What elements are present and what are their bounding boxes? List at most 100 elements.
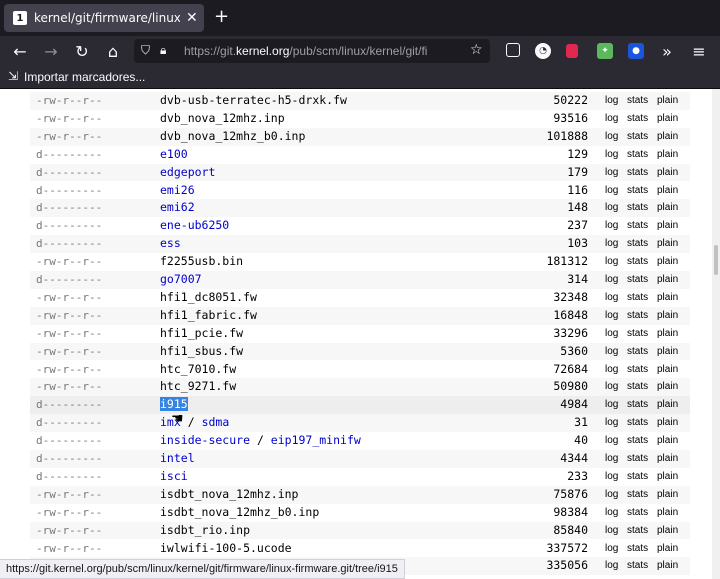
log-link[interactable]: log: [605, 540, 618, 558]
back-button[interactable]: ←: [9, 40, 31, 62]
plain-link[interactable]: plain: [657, 92, 678, 110]
overflow-menu-icon[interactable]: »: [656, 40, 678, 62]
directory-link[interactable]: sdma: [202, 415, 230, 429]
directory-link[interactable]: emi26: [160, 183, 195, 197]
directory-link[interactable]: e100: [160, 147, 188, 161]
plain-link[interactable]: plain: [657, 253, 678, 271]
log-link[interactable]: log: [605, 378, 618, 396]
home-button[interactable]: ⌂: [102, 40, 124, 62]
log-link[interactable]: log: [605, 253, 618, 271]
stats-link[interactable]: stats: [627, 504, 648, 522]
log-link[interactable]: log: [605, 164, 618, 182]
stats-link[interactable]: stats: [627, 164, 648, 182]
log-link[interactable]: log: [605, 557, 618, 575]
plain-link[interactable]: plain: [657, 414, 678, 432]
stats-link[interactable]: stats: [627, 146, 648, 164]
log-link[interactable]: log: [605, 182, 618, 200]
file-link[interactable]: hfi1_pcie.fw: [160, 326, 243, 340]
log-link[interactable]: log: [605, 450, 618, 468]
file-link[interactable]: isdbt_rio.inp: [160, 523, 250, 537]
log-link[interactable]: log: [605, 468, 618, 486]
browser-tab[interactable]: 1 kernel/git/firmware/linux-fir ✕: [4, 4, 204, 32]
stats-link[interactable]: stats: [627, 110, 648, 128]
forward-button[interactable]: →: [40, 40, 62, 62]
puzzle-extension-icon[interactable]: ✦: [597, 43, 613, 59]
plain-link[interactable]: plain: [657, 164, 678, 182]
url-text[interactable]: https://git.kernel.org/pub/scm/linux/ker…: [184, 44, 452, 58]
stats-link[interactable]: stats: [627, 540, 648, 558]
stats-link[interactable]: stats: [627, 522, 648, 540]
stats-link[interactable]: stats: [627, 378, 648, 396]
stats-link[interactable]: stats: [627, 396, 648, 414]
stats-link[interactable]: stats: [627, 92, 648, 110]
new-tab-button[interactable]: +: [214, 6, 229, 27]
stats-link[interactable]: stats: [627, 432, 648, 450]
stats-link[interactable]: stats: [627, 468, 648, 486]
log-link[interactable]: log: [605, 92, 618, 110]
plain-link[interactable]: plain: [657, 557, 678, 575]
file-link[interactable]: isdbt_nova_12mhz_b0.inp: [160, 505, 319, 519]
plain-link[interactable]: plain: [657, 325, 678, 343]
directory-link[interactable]: ene-ub6250: [160, 218, 229, 232]
file-link[interactable]: hfi1_fabric.fw: [160, 308, 257, 322]
file-link[interactable]: hfi1_dc8051.fw: [160, 290, 257, 304]
plain-link[interactable]: plain: [657, 486, 678, 504]
directory-link[interactable]: go7007: [160, 272, 202, 286]
log-link[interactable]: log: [605, 235, 618, 253]
hamburger-menu-icon[interactable]: ≡: [688, 40, 710, 62]
lock-icon[interactable]: 🔒︎: [160, 43, 166, 58]
stats-link[interactable]: stats: [627, 182, 648, 200]
stats-link[interactable]: stats: [627, 343, 648, 361]
plain-link[interactable]: plain: [657, 468, 678, 486]
file-link[interactable]: f2255usb.bin: [160, 254, 243, 268]
log-link[interactable]: log: [605, 217, 618, 235]
directory-link[interactable]: intel: [160, 451, 195, 465]
log-link[interactable]: log: [605, 522, 618, 540]
log-link[interactable]: log: [605, 414, 618, 432]
log-link[interactable]: log: [605, 110, 618, 128]
log-link[interactable]: log: [605, 343, 618, 361]
stats-link[interactable]: stats: [627, 325, 648, 343]
plain-link[interactable]: plain: [657, 182, 678, 200]
stats-link[interactable]: stats: [627, 217, 648, 235]
stats-link[interactable]: stats: [627, 128, 648, 146]
file-link[interactable]: hfi1_sbus.fw: [160, 344, 243, 358]
log-link[interactable]: log: [605, 128, 618, 146]
file-link[interactable]: htc_7010.fw: [160, 362, 236, 376]
reload-button[interactable]: ↻: [71, 40, 93, 62]
shield-icon[interactable]: ⛉: [141, 43, 150, 58]
stats-link[interactable]: stats: [627, 271, 648, 289]
directory-link[interactable]: inside-secure: [160, 433, 250, 447]
plain-link[interactable]: plain: [657, 540, 678, 558]
plain-link[interactable]: plain: [657, 522, 678, 540]
stats-link[interactable]: stats: [627, 307, 648, 325]
directory-link[interactable]: ess: [160, 236, 181, 250]
stats-link[interactable]: stats: [627, 414, 648, 432]
plain-link[interactable]: plain: [657, 146, 678, 164]
file-link[interactable]: dvb_nova_12mhz_b0.inp: [160, 129, 305, 143]
plain-link[interactable]: plain: [657, 217, 678, 235]
plain-link[interactable]: plain: [657, 361, 678, 379]
plain-link[interactable]: plain: [657, 450, 678, 468]
directory-link[interactable]: i915: [160, 397, 188, 412]
plain-link[interactable]: plain: [657, 199, 678, 217]
stats-link[interactable]: stats: [627, 557, 648, 575]
stats-link[interactable]: stats: [627, 361, 648, 379]
log-link[interactable]: log: [605, 325, 618, 343]
file-link[interactable]: iwlwifi-100-5.ucode: [160, 541, 292, 555]
vertical-scrollbar[interactable]: [712, 89, 720, 579]
plain-link[interactable]: plain: [657, 343, 678, 361]
log-link[interactable]: log: [605, 432, 618, 450]
log-link[interactable]: log: [605, 396, 618, 414]
plain-link[interactable]: plain: [657, 271, 678, 289]
directory-link[interactable]: emi62: [160, 200, 195, 214]
file-link[interactable]: dvb-usb-terratec-h5-drxk.fw: [160, 93, 347, 107]
plain-link[interactable]: plain: [657, 504, 678, 522]
log-link[interactable]: log: [605, 504, 618, 522]
directory-link[interactable]: edgeport: [160, 165, 215, 179]
ublock-icon[interactable]: [566, 44, 578, 58]
stats-link[interactable]: stats: [627, 235, 648, 253]
scrollbar-thumb[interactable]: [714, 245, 718, 275]
log-link[interactable]: log: [605, 146, 618, 164]
import-bookmarks-link[interactable]: Importar marcadores...: [24, 70, 145, 84]
